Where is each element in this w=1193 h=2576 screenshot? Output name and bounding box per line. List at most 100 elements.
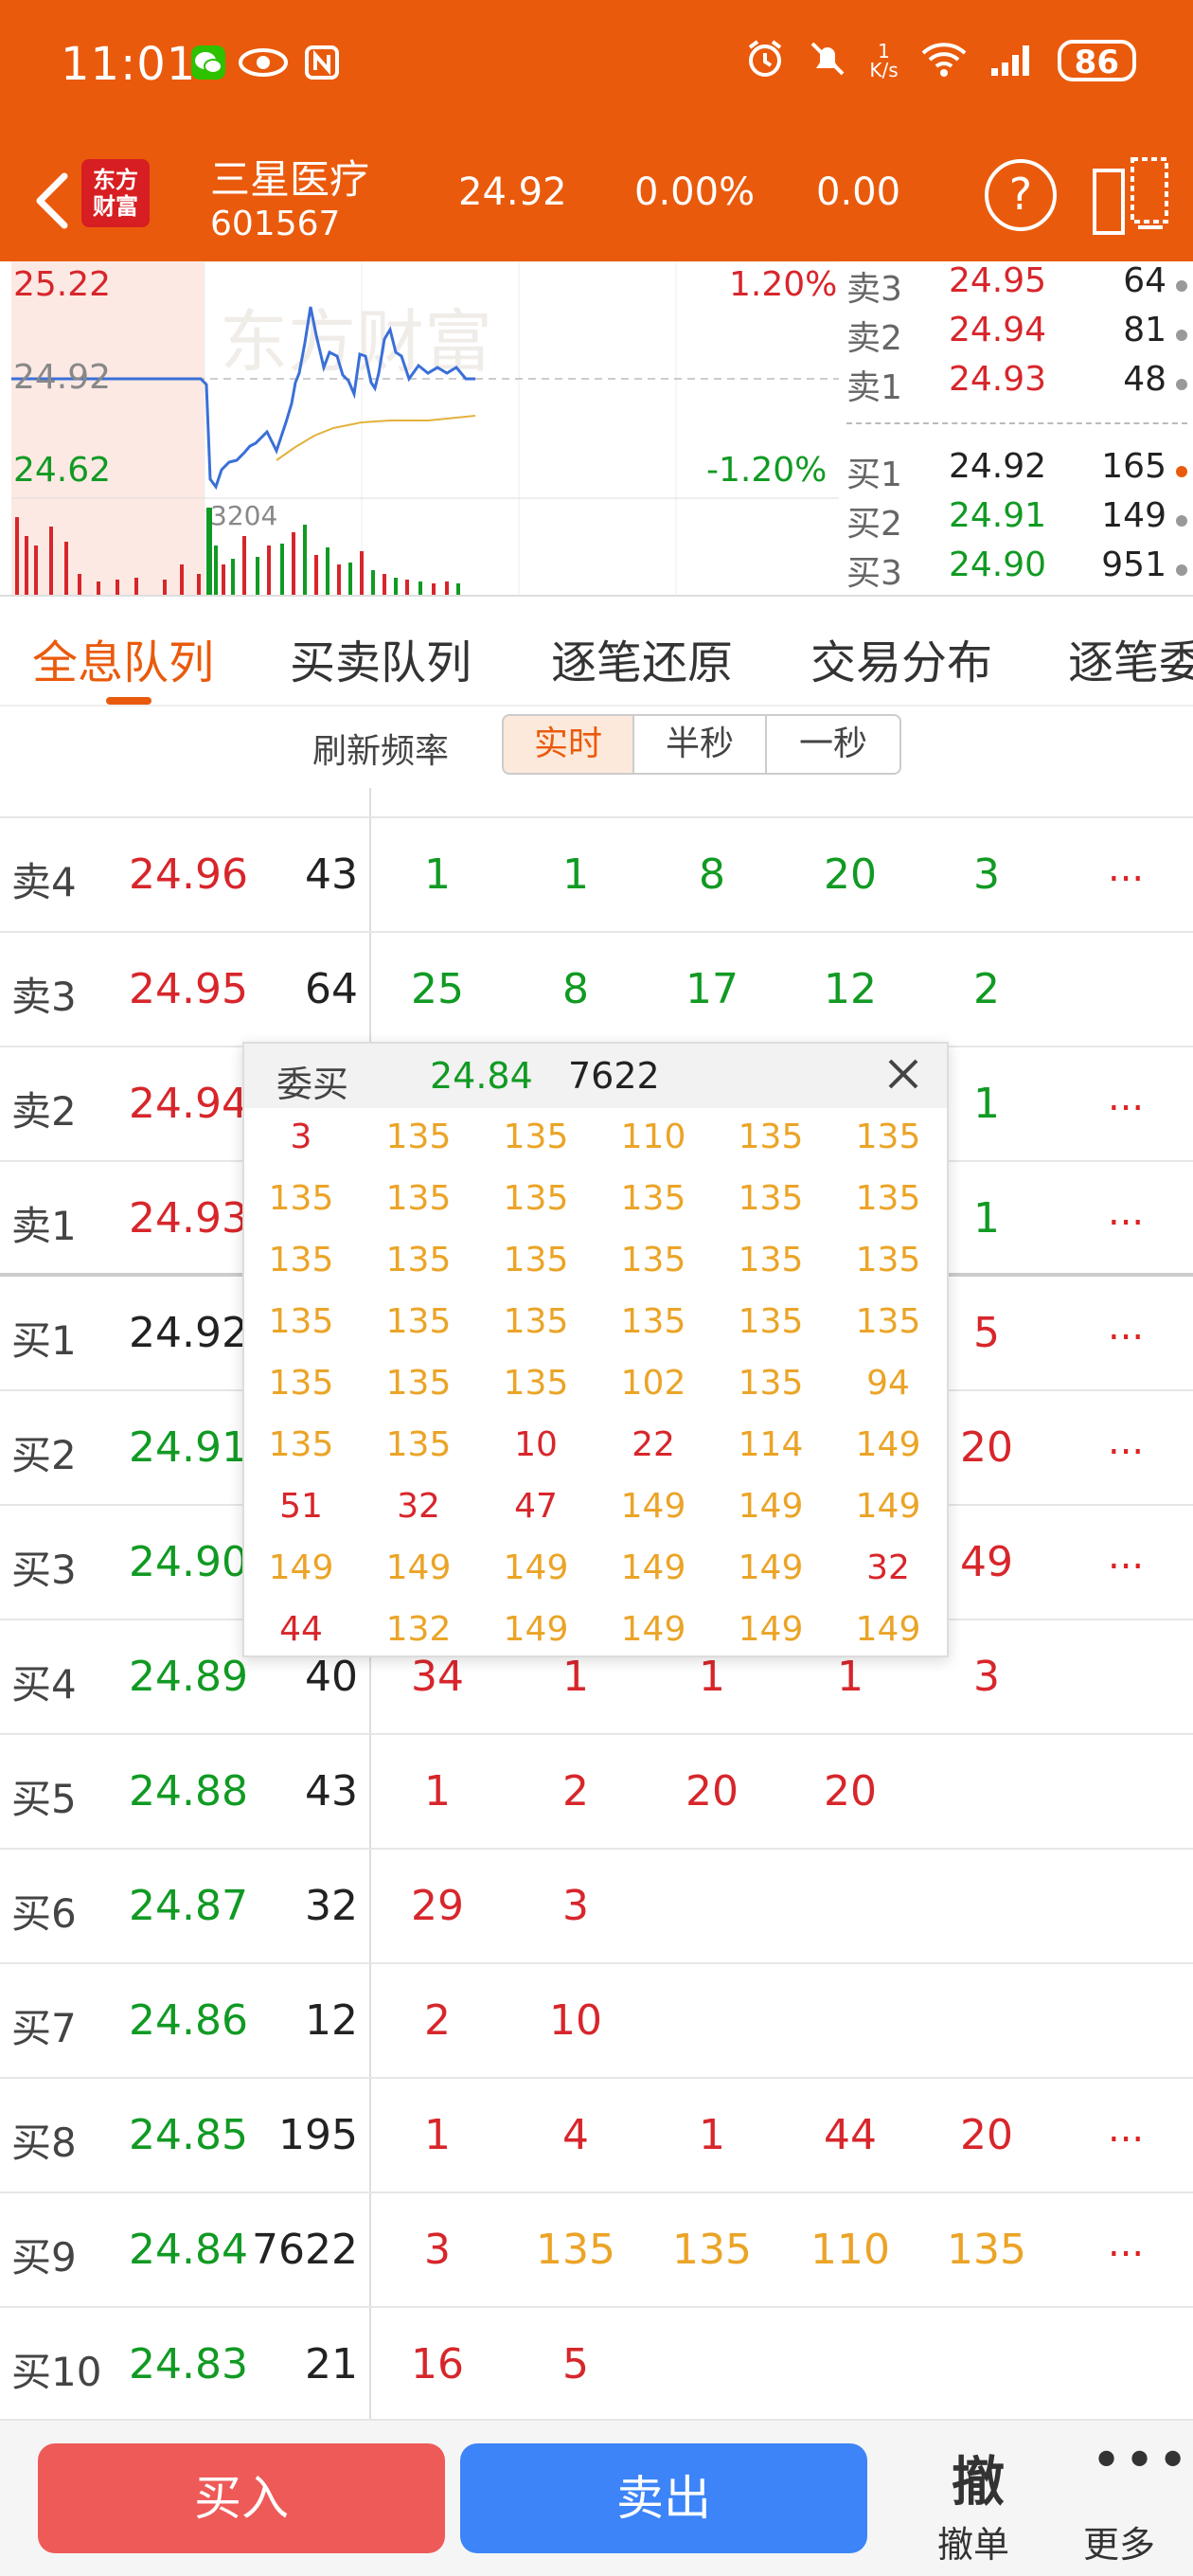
queue-price: 24.88 (129, 1767, 248, 1816)
tab-4[interactable]: 交易分布 (810, 625, 992, 691)
popup-order-cell: 135 (620, 1241, 686, 1279)
queue-level: 买10 (11, 2349, 102, 2395)
refresh-option-realtime[interactable]: 实时 (502, 714, 634, 775)
queue-more-icon[interactable]: ... (1108, 2222, 1144, 2265)
queue-order-cell: 1 (424, 1767, 451, 1816)
queue-more-icon[interactable]: ... (1108, 1420, 1144, 1463)
queue-price: 24.94 (129, 1080, 248, 1128)
queue-order-cell: 34 (411, 1653, 464, 1701)
popup-order-cell: 135 (738, 1118, 804, 1156)
queue-more-icon[interactable]: ... (1108, 1076, 1144, 1119)
queue-price: 24.83 (129, 2340, 248, 2388)
queue-volume: 32 (305, 1882, 358, 1930)
popup-volume: 7622 (568, 1055, 660, 1097)
order-book-row[interactable]: 卖3 24.95 64 (846, 261, 1193, 311)
queue-order-cell: 20 (686, 1767, 739, 1816)
queue-order-cell: 1 (562, 1653, 589, 1701)
order-book-row[interactable]: 卖1 24.93 48 (846, 360, 1193, 409)
queue-row[interactable]: 买9 24.84 7622 3 135 135 110 135... (0, 2193, 1193, 2308)
queue-order-cell: 135 (947, 2226, 1026, 2274)
queue-level: 卖2 (11, 1088, 77, 1135)
popup-order-cell: 149 (855, 1425, 921, 1464)
intraday-chart[interactable]: 东方财富 (11, 261, 839, 595)
popup-order-cell: 10 (514, 1425, 558, 1464)
cancel-order-label[interactable]: 撤单 (937, 2515, 1009, 2567)
cancel-order-icon[interactable]: 撤 (947, 2440, 1009, 2516)
queue-price: 24.85 (129, 2111, 248, 2159)
change-amount: 0.00 (816, 170, 901, 214)
popup-order-cell: 135 (738, 1364, 804, 1403)
tab-5[interactable]: 逐笔委 (1068, 625, 1193, 691)
more-icon[interactable]: ••• (1091, 2430, 1190, 2492)
queue-level: 卖1 (11, 1203, 77, 1249)
order-book-dot-icon (1176, 330, 1187, 341)
order-book-level: 卖2 (846, 319, 902, 358)
queue-price: 24.91 (129, 1423, 248, 1472)
queue-order-cell: 2 (562, 1767, 589, 1816)
queue-more-icon[interactable]: ... (1108, 1305, 1144, 1349)
refresh-option-one-second[interactable]: 一秒 (767, 714, 901, 775)
order-book-volume: 64 (1123, 261, 1166, 300)
close-icon[interactable] (879, 1049, 928, 1099)
popup-order-cell: 149 (385, 1548, 452, 1587)
back-icon[interactable] (23, 161, 80, 237)
order-book-price: 24.92 (949, 447, 1047, 486)
sell-button[interactable]: 卖出 (460, 2443, 867, 2553)
queue-more-icon[interactable]: ... (1108, 2107, 1144, 2151)
help-button[interactable]: ? (985, 159, 1057, 231)
queue-volume: 64 (305, 965, 358, 1013)
queue-price: 24.96 (129, 850, 248, 899)
queue-row[interactable]: 卖4 24.96 43 1 1 8 20 3... (0, 818, 1193, 933)
queue-row[interactable]: 买6 24.87 32 29 3 (0, 1850, 1193, 1964)
queue-order-cell: 5 (562, 2340, 589, 2388)
queue-more-icon[interactable]: ... (1108, 847, 1144, 890)
queue-more-icon[interactable]: ... (1108, 1190, 1144, 1234)
tab-2[interactable]: 买卖队列 (290, 625, 472, 691)
queue-level: 买6 (11, 1890, 77, 1937)
order-book-price: 24.95 (949, 261, 1047, 300)
chart-mid-price: 24.92 (13, 358, 112, 397)
tab-3[interactable]: 逐笔还原 (551, 625, 733, 691)
popup-order-cell: 114 (738, 1425, 804, 1464)
queue-order-cell: 1 (424, 2111, 451, 2159)
net-speed-unit: K/s (869, 59, 899, 81)
queue-order-cell: 20 (824, 850, 877, 899)
popup-order-cell: 135 (855, 1118, 921, 1156)
chart-volume-label: 3204 (210, 500, 278, 531)
table-top-divider (0, 816, 1193, 818)
popup-order-cell: 149 (855, 1487, 921, 1526)
order-book-row[interactable]: 买2 24.91 149 (846, 496, 1193, 546)
popup-price: 24.84 (430, 1055, 533, 1097)
order-book-row[interactable]: 卖2 24.94 81 (846, 311, 1193, 360)
popup-order-cell: 135 (620, 1179, 686, 1218)
wifi-icon (919, 38, 969, 83)
queue-row[interactable]: 买5 24.88 43 1 2 20 20 (0, 1735, 1193, 1850)
order-book-price: 24.93 (949, 360, 1047, 399)
popup-header: 委买 24.84 7622 (244, 1044, 947, 1108)
queue-order-cell: 4 (562, 2111, 589, 2159)
order-book-dot-icon (1176, 379, 1187, 390)
status-bar: 11:01 1 K/s 86 (0, 0, 1193, 142)
queue-order-cell: 110 (810, 2226, 890, 2274)
queue-row[interactable]: 买8 24.85 195 1 4 1 44 20... (0, 2079, 1193, 2193)
order-book-row[interactable]: 买1 24.92 165 (846, 447, 1193, 496)
tab-1[interactable]: 全息队列 (32, 625, 214, 691)
popup-order-cell: 135 (385, 1364, 452, 1403)
queue-price: 24.92 (129, 1309, 248, 1357)
order-book-level: 买3 (846, 554, 902, 593)
refresh-rate-label: 刷新频率 (312, 732, 450, 771)
queue-row[interactable]: 买7 24.86 12 2 10 (0, 1964, 1193, 2079)
refresh-option-half-second[interactable]: 半秒 (634, 714, 767, 775)
queue-level: 买8 (11, 2120, 77, 2166)
popup-order-cell: 132 (385, 1610, 452, 1649)
buy-button[interactable]: 买入 (38, 2443, 445, 2553)
queue-row[interactable]: 卖3 24.95 64 25 8 17 12 2 (0, 933, 1193, 1047)
queue-more-icon[interactable]: ... (1108, 1534, 1144, 1578)
clock: 11:01 (61, 38, 197, 91)
logo-text-line2: 财富 (93, 193, 138, 220)
order-book-row[interactable]: 买3 24.90 951 (846, 546, 1193, 595)
queue-row[interactable]: 买10 24.83 21 16 5 (0, 2308, 1193, 2423)
more-label[interactable]: 更多 (1083, 2515, 1155, 2567)
switch-layout-icon[interactable] (1091, 155, 1170, 237)
queue-order-cell: 135 (672, 2226, 752, 2274)
